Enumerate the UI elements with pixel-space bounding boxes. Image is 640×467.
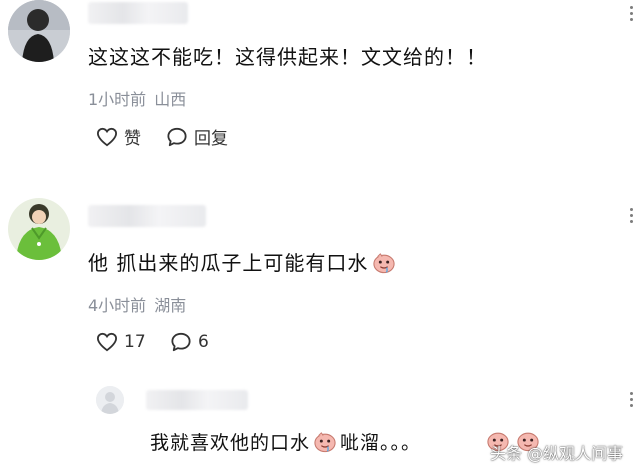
more-options-icon[interactable]	[630, 208, 636, 223]
reply-text-b: 呲溜。。。	[340, 432, 422, 454]
more-options-icon[interactable]	[630, 392, 636, 407]
comment-text-2-body: 他 抓出来的瓜子上可能有口水	[88, 251, 369, 275]
reply-label-1: 回复	[194, 129, 228, 149]
drooling-emoji-icon	[373, 253, 395, 274]
more-options-icon[interactable]	[630, 6, 636, 21]
reply-count-2: 6	[198, 332, 209, 352]
heart-outline-icon	[96, 332, 118, 352]
comment-time-2: 4小时前	[88, 296, 147, 315]
like-button-2[interactable]: 17	[96, 332, 146, 352]
speech-bubble-icon	[171, 332, 191, 352]
comment-meta-1: 1小时前 山西	[88, 86, 194, 110]
speech-bubble-icon	[167, 127, 187, 146]
username-blurred-1[interactable]	[88, 2, 188, 24]
like-label-1: 赞	[124, 129, 141, 149]
avatar-reply[interactable]	[96, 386, 124, 414]
reply-text-a: 我就喜欢他的口水	[150, 432, 311, 454]
comment-text-2: 他 抓出来的瓜子上可能有口水	[88, 247, 396, 276]
avatar-comment-2[interactable]	[8, 198, 70, 260]
reply-text: 我就喜欢他的口水 呲溜。。。	[150, 428, 421, 455]
heart-outline-icon	[96, 127, 118, 146]
avatar-comment-1[interactable]	[8, 0, 70, 62]
comment-location-1: 山西	[154, 90, 187, 109]
like-button-1[interactable]: 赞	[96, 124, 141, 149]
comment-location-2: 湖南	[154, 296, 187, 315]
drooling-emoji-icon	[314, 432, 336, 453]
username-blurred-reply[interactable]	[146, 390, 248, 410]
comment-meta-2: 4小时前 湖南	[88, 292, 194, 316]
reply-button-1[interactable]: 回复	[166, 124, 228, 149]
comment-text-1: 这这这不能吃！这得供起来！文文给的！！	[88, 45, 487, 69]
username-blurred-2[interactable]	[88, 205, 206, 227]
comment-time-1: 1小时前	[88, 90, 147, 109]
like-count-2: 17	[124, 332, 146, 352]
reply-button-2[interactable]: 6	[170, 332, 209, 352]
watermark: 头条 @纵观人间事	[490, 444, 624, 463]
